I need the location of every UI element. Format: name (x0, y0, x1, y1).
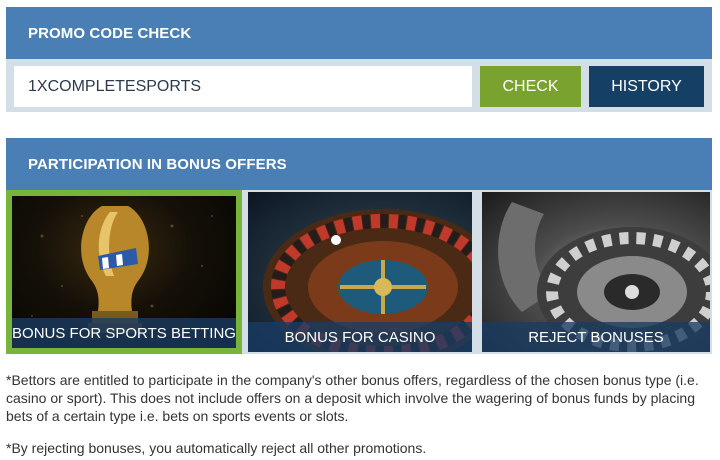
offer-label-casino: BONUS FOR CASINO (248, 322, 472, 352)
promo-code-input[interactable] (14, 66, 472, 107)
offer-label-reject: REJECT BONUSES (482, 322, 710, 352)
offer-label-sports: BONUS FOR SPORTS BETTING (12, 318, 236, 348)
reject-bonuses-note: *By rejecting bonuses, you automatically… (6, 440, 427, 456)
check-button[interactable]: CHECK (480, 66, 581, 107)
promo-code-row: CHECK HISTORY (6, 59, 712, 112)
offer-card-sports-betting[interactable]: BONUS FOR SPORTS BETTING (6, 190, 242, 354)
bonus-participation-note: *Bettors are entitled to participate in … (6, 372, 699, 424)
offer-card-reject-bonuses[interactable]: REJECT BONUSES (480, 190, 712, 354)
offer-card-casino[interactable]: BONUS FOR CASINO (246, 190, 474, 354)
bonus-offers-row: BONUS FOR SPORTS BETTING BONUS FOR CASIN… (6, 190, 712, 354)
history-button[interactable]: HISTORY (589, 66, 704, 107)
bonus-offers-title: PARTICIPATION IN BONUS OFFERS (28, 155, 287, 173)
bonus-offers-header: PARTICIPATION IN BONUS OFFERS (6, 138, 712, 190)
promo-code-title: PROMO CODE CHECK (28, 24, 192, 42)
promo-code-header: PROMO CODE CHECK (6, 7, 712, 59)
